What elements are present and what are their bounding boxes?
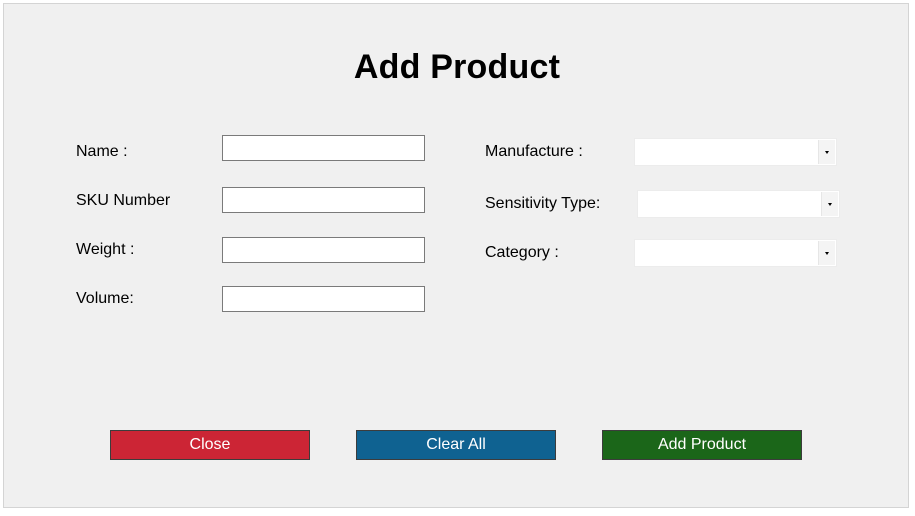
category-dropdown[interactable] xyxy=(634,239,837,267)
add-product-button[interactable]: Add Product xyxy=(602,430,802,460)
sku-number-label: SKU Number xyxy=(76,192,171,209)
chevron-down-icon[interactable] xyxy=(818,241,835,265)
name-label: Name : xyxy=(76,143,128,160)
weight-label: Weight : xyxy=(76,241,135,258)
volume-label: Volume: xyxy=(76,290,134,307)
close-button[interactable]: Close xyxy=(110,430,310,460)
sensitivity-type-dropdown[interactable] xyxy=(637,190,840,218)
chevron-down-icon[interactable] xyxy=(818,140,835,164)
manufacture-dropdown[interactable] xyxy=(634,138,837,166)
chevron-down-icon[interactable] xyxy=(821,192,838,216)
weight-input[interactable] xyxy=(222,237,425,263)
sensitivity-type-label: Sensitivity Type: xyxy=(485,195,601,212)
manufacture-label: Manufacture : xyxy=(485,143,583,160)
page-title: Add Product xyxy=(353,48,561,86)
sku-number-input[interactable] xyxy=(222,187,425,213)
volume-input[interactable] xyxy=(222,286,425,312)
add-product-window: Add Product Name : SKU Number Weight : V… xyxy=(3,3,909,508)
name-input[interactable] xyxy=(222,135,425,161)
category-label: Category : xyxy=(485,244,559,261)
clear-all-button[interactable]: Clear All xyxy=(356,430,556,460)
